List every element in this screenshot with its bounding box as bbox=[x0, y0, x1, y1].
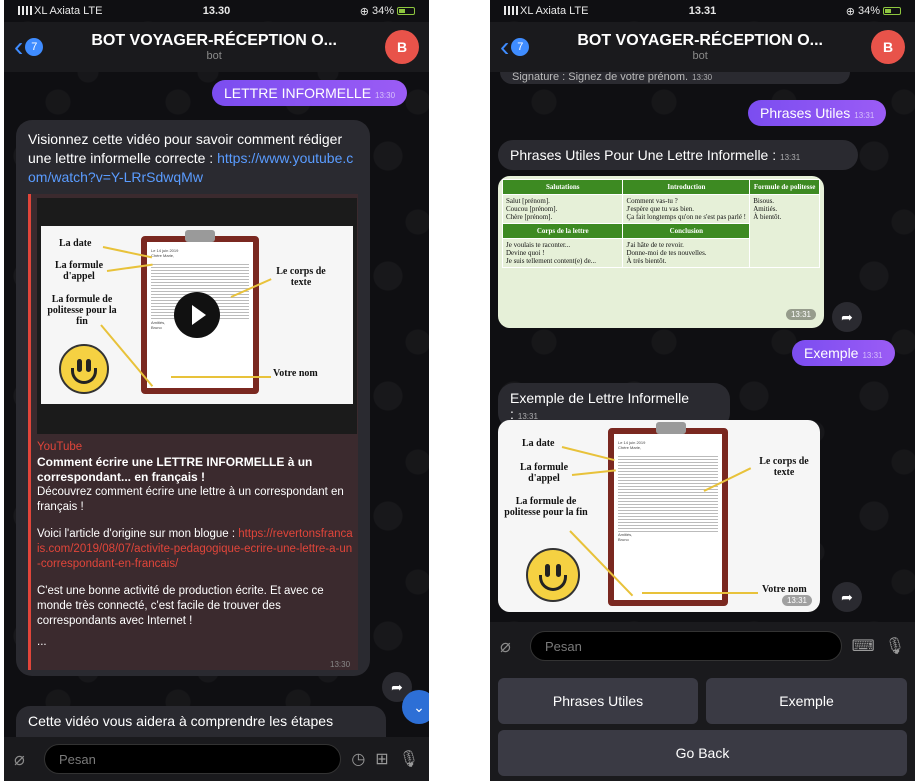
clipboard-illustration: Le 14 juin 2019 Chère Marie, Amitiés, Br… bbox=[608, 428, 728, 606]
incoming-message[interactable]: Signature : Signez de votre prénom. 13:30 bbox=[500, 72, 850, 84]
forward-button[interactable]: ➦ bbox=[832, 582, 862, 612]
preview-description: Découvrez comment écrire une lettre à un… bbox=[37, 486, 344, 513]
preview-source: YouTube bbox=[37, 441, 83, 453]
avatar[interactable]: B bbox=[871, 30, 905, 64]
keyboard-button-go-back[interactable]: Go Back bbox=[498, 730, 907, 776]
chevron-down-icon: ⌄ bbox=[413, 698, 425, 715]
chevron-left-icon: ‹ bbox=[14, 31, 24, 62]
clipboard-clip bbox=[656, 422, 686, 434]
forward-icon: ➦ bbox=[841, 308, 853, 325]
chat-header: ‹ 7 BOT VOYAGER-RÉCEPTION O... bot B bbox=[490, 22, 915, 72]
message-input[interactable]: Pesan bbox=[530, 631, 842, 661]
message-input[interactable]: Pesan bbox=[44, 744, 342, 774]
keyboard-icon[interactable]: ⌨ bbox=[852, 636, 875, 656]
status-bar: XL Axiata LTE 13.30 ⊕ 34% bbox=[4, 0, 429, 22]
message-time: 13:31 bbox=[862, 351, 883, 360]
message-text: Phrases Utiles Pour Une Lettre Informell… bbox=[510, 147, 777, 163]
message-time: 13:30 bbox=[375, 91, 396, 100]
alarm-icon: ⊕ bbox=[845, 5, 855, 18]
back-button[interactable]: ‹ 7 bbox=[500, 31, 530, 62]
sticker-icon[interactable]: ◷ bbox=[351, 749, 365, 769]
message-input-bar: ⌀ Pesan ⌨ 🎙 bbox=[490, 622, 915, 670]
outgoing-message[interactable]: Phrases Utiles 13:31 bbox=[748, 100, 887, 126]
battery: ⊕ 34% bbox=[846, 5, 901, 18]
phrases-table-image[interactable]: Salutations Introduction Formule de poli… bbox=[498, 176, 824, 328]
outgoing-message[interactable]: Exemple 13:31 bbox=[792, 340, 895, 366]
carrier: XL Axiata LTE bbox=[504, 5, 846, 17]
unread-badge: 7 bbox=[25, 38, 44, 56]
bot-keyboard: Phrases Utiles Exemple Go Back bbox=[490, 670, 915, 781]
message-time: 13:31 bbox=[780, 153, 801, 162]
arrow-line bbox=[171, 376, 271, 378]
status-bar: XL Axiata LTE 13.31 ⊕ 34% bbox=[490, 0, 915, 22]
chat-title: BOT VOYAGER-RÉCEPTION O... bbox=[91, 32, 337, 49]
example-letter-image[interactable]: Le 14 juin 2019 Chère Marie, Amitiés, Br… bbox=[498, 420, 820, 612]
chat-title: BOT VOYAGER-RÉCEPTION O... bbox=[577, 32, 823, 49]
battery-icon bbox=[883, 7, 901, 15]
link-preview[interactable]: Le 14 juin 2019 Chère Marie, Amitiés, Br… bbox=[28, 194, 358, 670]
bot-keyboard-icon[interactable]: ⊞ bbox=[375, 749, 388, 769]
thumbnail-image: Le 14 juin 2019 Chère Marie, Amitiés, Br… bbox=[41, 226, 353, 404]
battery: ⊕ 34% bbox=[360, 5, 415, 18]
attach-icon[interactable]: ⌀ bbox=[500, 636, 520, 657]
back-button[interactable]: ‹ 7 bbox=[14, 31, 44, 62]
smiley-icon bbox=[59, 344, 109, 394]
forward-button[interactable]: ➦ bbox=[832, 302, 862, 332]
signal-icon bbox=[504, 6, 518, 15]
phone-screen-left: XL Axiata LTE 13.30 ⊕ 34% ‹ 7 BOT VOYAGER… bbox=[4, 0, 429, 781]
unread-badge: 7 bbox=[511, 38, 530, 56]
message-input-bar: ⌀ Pesan ◷ ⊞ 🎙 bbox=[4, 737, 429, 781]
alarm-icon: ⊕ bbox=[359, 5, 369, 18]
signal-icon bbox=[18, 6, 32, 15]
chat-title-area[interactable]: BOT VOYAGER-RÉCEPTION O... bot bbox=[529, 32, 871, 62]
outgoing-message[interactable]: LETTRE INFORMELLE 13:30 bbox=[212, 80, 408, 106]
status-time: 13.30 bbox=[202, 5, 231, 17]
preview-title: Comment écrire une LETTRE INFORMELLE à u… bbox=[37, 455, 313, 484]
arrow-line bbox=[642, 592, 758, 594]
smiley-icon bbox=[526, 548, 580, 602]
microphone-icon[interactable]: 🎙 bbox=[399, 749, 419, 769]
video-thumbnail[interactable]: Le 14 juin 2019 Chère Marie, Amitiés, Br… bbox=[37, 198, 357, 434]
keyboard-button-phrases-utiles[interactable]: Phrases Utiles bbox=[498, 678, 698, 724]
chevron-left-icon: ‹ bbox=[500, 31, 510, 62]
image-time: 13:31 bbox=[781, 595, 812, 606]
image-time: 13:31 bbox=[785, 309, 816, 320]
carrier: XL Axiata LTE bbox=[18, 5, 360, 17]
forward-icon: ➦ bbox=[841, 588, 853, 605]
avatar[interactable]: B bbox=[385, 30, 419, 64]
chat-header: ‹ 7 BOT VOYAGER-RÉCEPTION O... bot B bbox=[4, 22, 429, 72]
chat-subtitle: bot bbox=[692, 50, 708, 62]
status-time: 13.31 bbox=[688, 5, 717, 17]
phrases-table: Salutations Introduction Formule de poli… bbox=[501, 179, 820, 268]
incoming-message[interactable]: Phrases Utiles Pour Une Lettre Informell… bbox=[498, 140, 858, 170]
clipboard-clip bbox=[185, 230, 215, 242]
chat-title-area[interactable]: BOT VOYAGER-RÉCEPTION O... bot bbox=[43, 32, 385, 62]
forward-icon: ➦ bbox=[391, 678, 403, 695]
chat-subtitle: bot bbox=[206, 50, 222, 62]
play-icon[interactable] bbox=[174, 292, 220, 338]
message-text: Cette vidéo vous aidera à comprendre les… bbox=[28, 713, 334, 729]
preview-text: YouTube Comment écrire une LETTRE INFORM… bbox=[37, 440, 355, 650]
message-time: 13:31 bbox=[854, 111, 875, 120]
keyboard-button-exemple[interactable]: Exemple bbox=[706, 678, 907, 724]
battery-icon bbox=[397, 7, 415, 15]
attach-icon[interactable]: ⌀ bbox=[14, 749, 34, 770]
phone-screen-right: XL Axiata LTE 13.31 ⊕ 34% ‹ 7 BOT VOYAGER… bbox=[490, 0, 915, 781]
scroll-down-button[interactable]: ⌄ bbox=[402, 690, 429, 724]
message-time: 13:30 bbox=[330, 660, 351, 669]
arrow-line bbox=[561, 446, 615, 462]
microphone-icon[interactable]: 🎙 bbox=[885, 636, 905, 656]
